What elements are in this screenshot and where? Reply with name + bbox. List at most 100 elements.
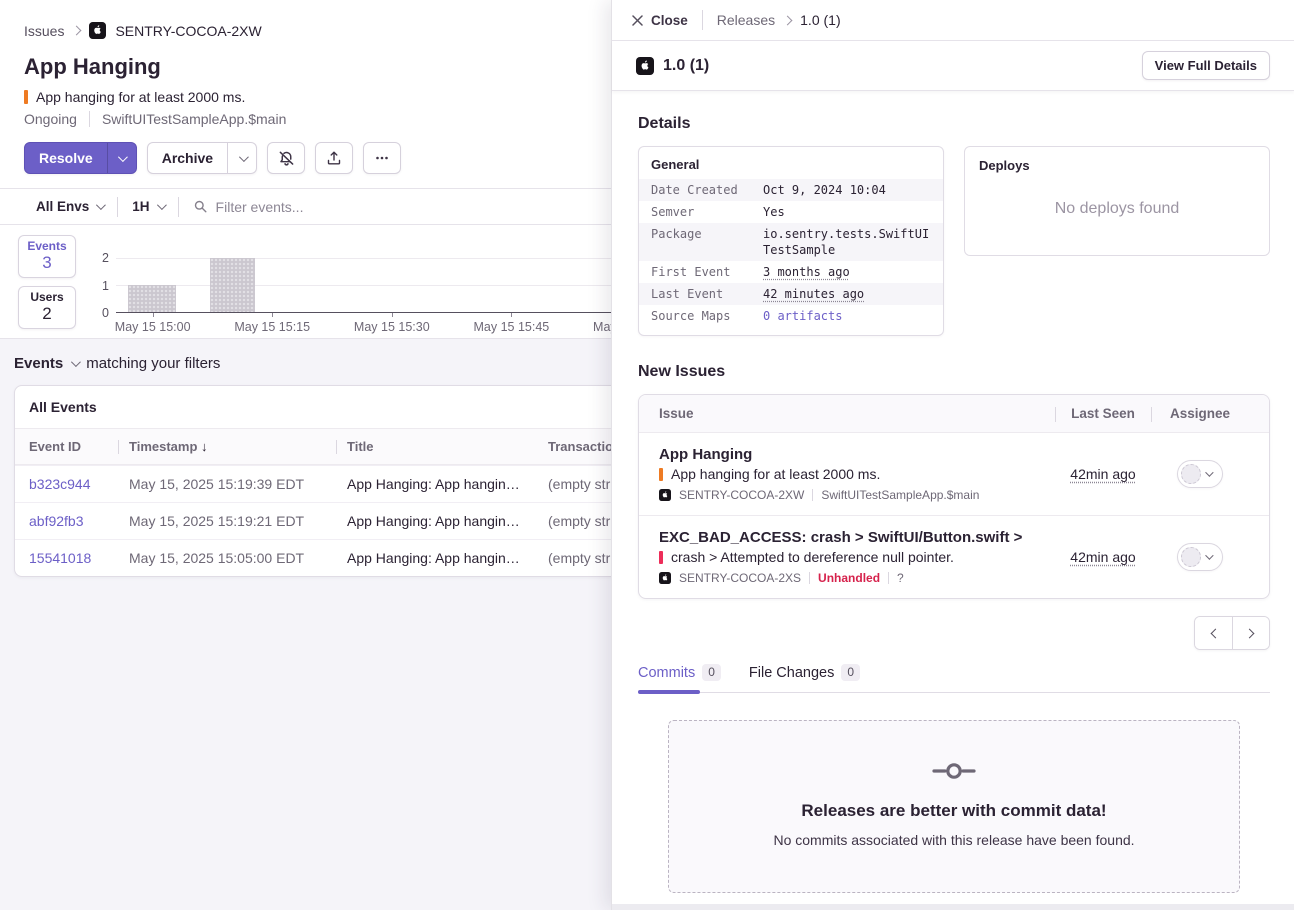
users-count-value: 2 [21,304,73,324]
column-header-event-id: Event ID [29,439,129,454]
archive-button-group: Archive [147,142,257,174]
y-axis-tick: 0 [102,306,109,320]
share-button[interactable] [315,142,353,174]
help-question-icon[interactable]: ? [897,571,904,585]
time-range-dropdown[interactable]: 1H [132,199,163,214]
unhandled-tag: Unhandled [818,571,880,585]
first-event-relative-time[interactable]: 3 months ago [763,265,850,279]
events-heading-label[interactable]: Events [14,355,63,372]
environment-filter-dropdown[interactable]: All Envs [36,199,103,214]
x-axis-tick-label: May 15 15:00 [115,320,191,334]
view-full-details-button[interactable]: View Full Details [1142,51,1270,80]
x-axis-tick-label: May 15 15:30 [354,320,430,334]
level-warning-bar [659,468,663,481]
general-row: Semver Yes [639,201,943,223]
divider [117,197,118,217]
events-chart-xaxis: May 15 15:00May 15 15:15May 15 15:30May … [116,313,680,339]
close-panel-button[interactable]: Close [632,13,688,28]
issue-message: crash > Attempted to dereference null po… [671,549,954,565]
users-count-label: Users [21,290,73,304]
search-input[interactable] [216,199,664,215]
events-count-toggle[interactable]: Events 3 [18,235,76,278]
close-icon [632,15,643,26]
breadcrumb: Issues SENTRY-COCOA-2XW [24,22,656,39]
divider [178,197,179,217]
x-axis-tick-label: May 15 15:45 [473,320,549,334]
issue-last-seen: 42min ago [1055,466,1151,482]
assignee-dropdown[interactable] [1177,543,1223,571]
event-id-link[interactable]: b323c944 [29,476,129,492]
general-row: First Event 3 months ago [639,261,943,283]
resolve-button[interactable]: Resolve [25,143,107,173]
event-graph-section: Events 3 Users 2 2 1 0 May 15 15:00May 1… [0,225,680,338]
events-chart-plot [116,258,680,313]
assignee-dropdown[interactable] [1177,460,1223,488]
event-id-link[interactable]: 15541018 [29,550,129,566]
last-event-relative-time[interactable]: 42 minutes ago [763,287,864,301]
git-commit-icon [932,761,976,781]
new-issues-table-header: Issue Last Seen Assignee [639,395,1269,432]
upload-icon [326,150,342,166]
issue-title-link[interactable]: App Hanging [659,446,1055,463]
issue-last-seen: 42min ago [1055,549,1151,565]
issue-subtitle-row: App hanging for at least 2000 ms. [24,89,656,105]
issue-row[interactable]: App Hanging App hanging for at least 200… [639,432,1269,515]
issue-row[interactable]: EXC_BAD_ACCESS: crash > SwiftUI/Button.s… [639,515,1269,598]
y-axis-tick: 1 [102,279,109,293]
commits-empty-subtitle: No commits associated with this release … [689,832,1219,848]
mute-button[interactable] [267,142,305,174]
page-title: App Hanging [24,54,656,80]
column-header-timestamp[interactable]: Timestamp ↓ [129,439,347,454]
x-axis-tick-mark [511,313,512,317]
event-id-link[interactable]: abf92fb3 [29,513,129,529]
resolve-button-group: Resolve [24,142,137,174]
file-changes-count-badge: 0 [841,664,860,681]
commits-empty-state: Releases are better with commit data! No… [668,720,1240,893]
chevron-right-icon [1245,628,1255,638]
next-page-button[interactable] [1232,617,1269,649]
x-axis-tick-mark [392,313,393,317]
users-count-toggle[interactable]: Users 2 [18,286,76,329]
time-range-label: 1H [132,199,149,214]
tab-file-changes[interactable]: File Changes 0 [749,664,860,692]
column-header-title: Title [347,439,548,454]
general-info-card: General Date Created Oct 9, 2024 10:04 S… [638,146,944,336]
general-row: Source Maps 0 artifacts [639,305,943,327]
column-header-assignee: Assignee [1151,406,1249,421]
release-header: 1.0 (1) View Full Details [612,41,1294,91]
breadcrumb-issues-link[interactable]: Issues [24,23,64,39]
archive-button[interactable]: Archive [148,143,227,173]
more-actions-button[interactable] [363,142,401,174]
archive-dropdown-button[interactable] [227,143,256,173]
issue-title-link[interactable]: EXC_BAD_ACCESS: crash > SwiftUI/Button.s… [659,529,1055,546]
release-detail-panel: Close Releases 1.0 (1) 1.0 (1) View Full… [611,0,1294,910]
apple-platform-icon [89,22,106,39]
issue-details-page: Issues SENTRY-COCOA-2XW App Hanging App … [0,0,680,910]
chevron-down-icon [71,357,81,367]
chart-bar[interactable] [210,258,256,312]
level-warning-bar [24,90,28,104]
events-filter-bar: All Envs 1H [0,188,680,225]
chevron-down-icon [239,152,249,162]
deploys-card-title: Deploys [979,158,1255,173]
issue-project-id: SENTRY-COCOA-2XW [679,488,804,502]
panel-scrollbar-track[interactable] [612,904,1294,910]
search-icon [193,199,208,214]
chart-bar[interactable] [128,285,176,312]
chevron-down-icon [157,200,167,210]
apple-platform-icon [659,489,671,501]
previous-page-button[interactable] [1195,617,1232,649]
breadcrumb-releases-link[interactable]: Releases [717,12,775,28]
new-issues-table: Issue Last Seen Assignee App Hanging App… [638,394,1270,599]
issue-culprit: SwiftUITestSampleApp.$main [102,111,286,127]
source-maps-link[interactable]: 0 artifacts [763,309,842,323]
event-timestamp: May 15, 2025 15:05:00 EDT [129,550,347,566]
events-count-value: 3 [21,253,73,273]
tab-commits[interactable]: Commits 0 [638,664,721,692]
details-heading: Details [638,115,1270,133]
breadcrumb-release-version: 1.0 (1) [800,12,840,28]
resolve-dropdown-button[interactable] [107,143,136,173]
issue-meta-row: Ongoing SwiftUITestSampleApp.$main [24,111,656,127]
column-header-issue: Issue [659,406,1055,421]
events-heading-suffix: matching your filters [86,355,220,372]
